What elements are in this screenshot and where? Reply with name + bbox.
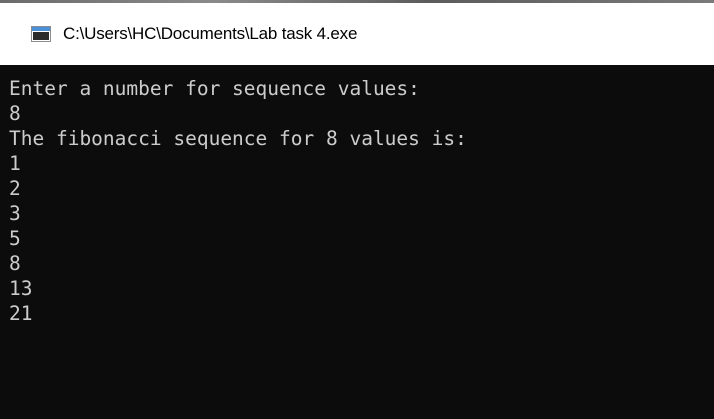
console-window: C:\Users\HC\Documents\Lab task 4.exe Ent… (0, 0, 714, 419)
console-line: 2 (9, 177, 21, 200)
console-app-icon[interactable] (31, 26, 51, 42)
console-line: The fibonacci sequence for 8 values is: (9, 127, 467, 150)
console-output[interactable]: Enter a number for sequence values: 8 Th… (0, 65, 714, 419)
console-line: 3 (9, 202, 21, 225)
title-bar[interactable]: C:\Users\HC\Documents\Lab task 4.exe (0, 3, 714, 65)
console-line: 13 (9, 277, 33, 300)
console-line: 8 (9, 252, 21, 275)
console-line: 8 (9, 102, 21, 125)
console-line: Enter a number for sequence values: (9, 77, 420, 100)
console-line: 5 (9, 227, 21, 250)
console-line: 1 (9, 152, 21, 175)
window-title: C:\Users\HC\Documents\Lab task 4.exe (63, 24, 358, 43)
console-line: 21 (9, 302, 33, 325)
